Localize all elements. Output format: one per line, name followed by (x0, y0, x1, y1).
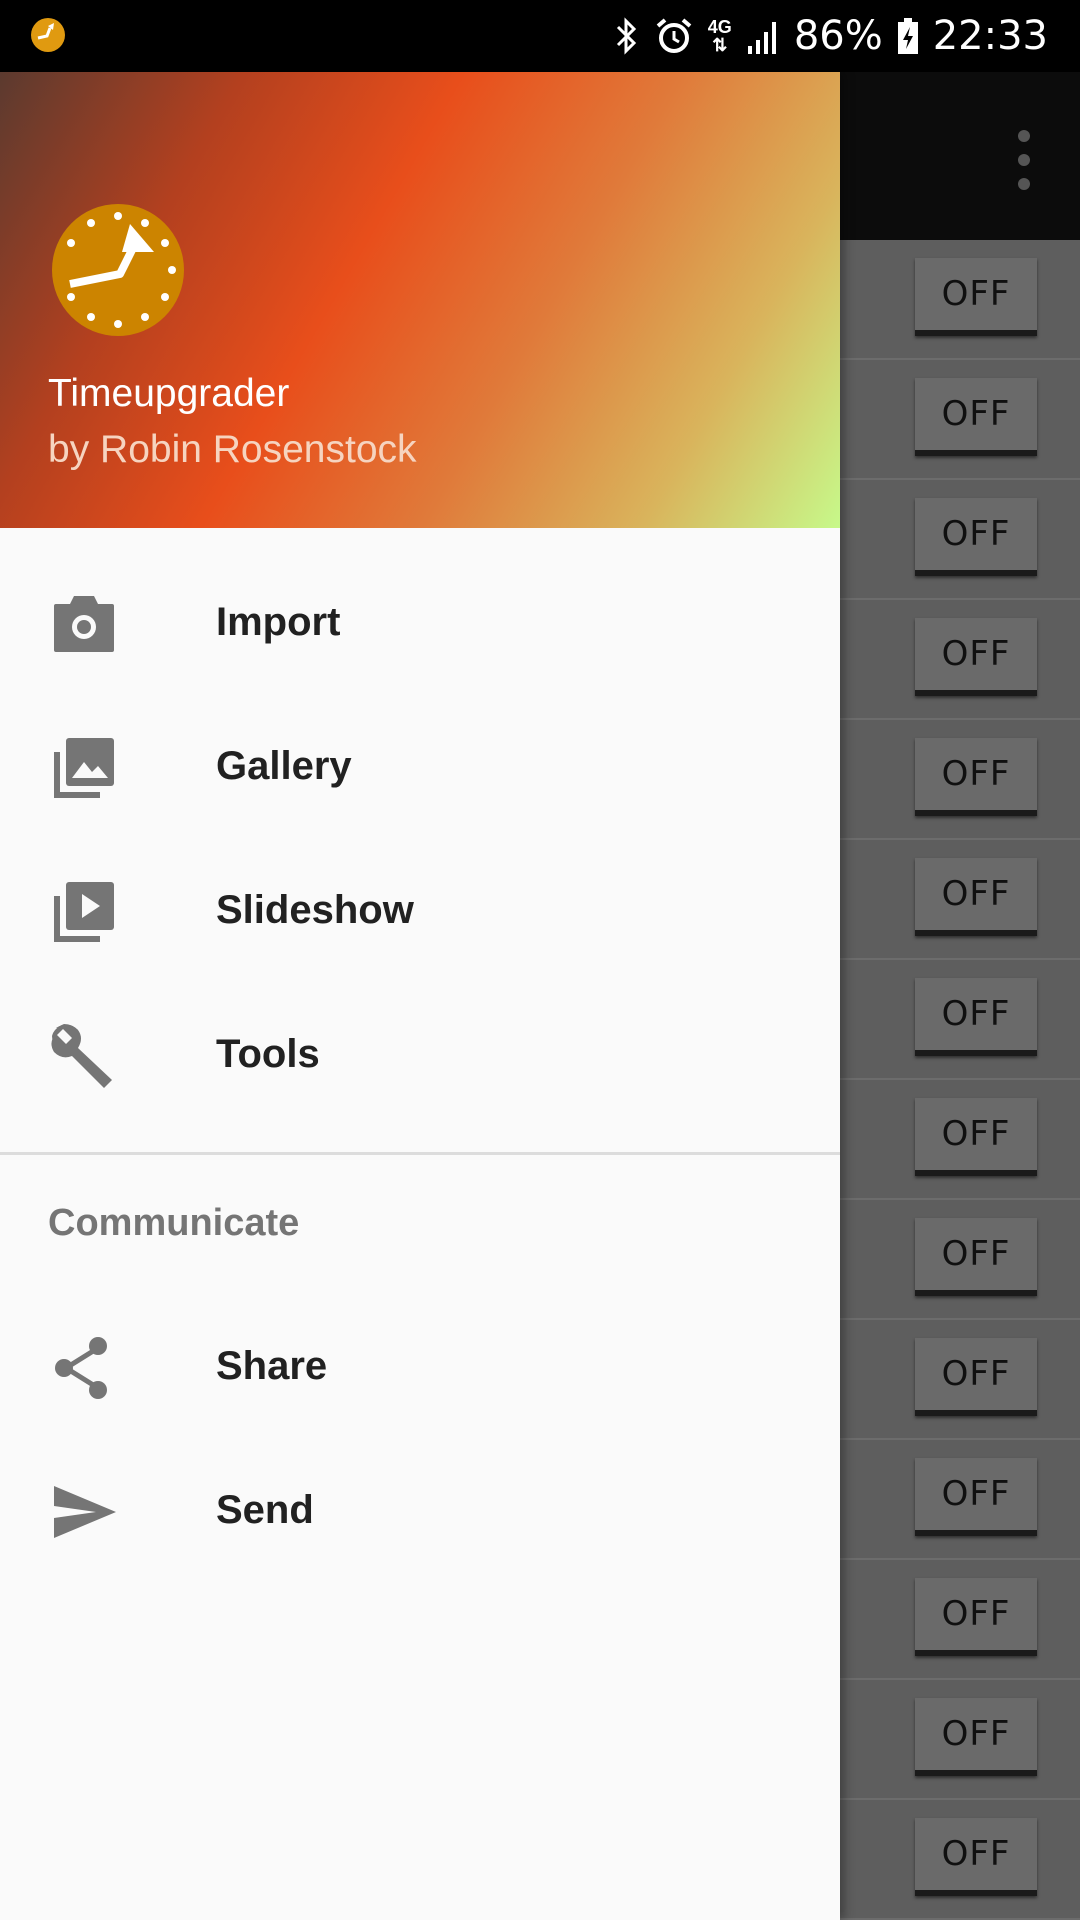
section-title-communicate: Communicate (48, 1202, 300, 1244)
off-toggle-button[interactable]: OFF (915, 258, 1037, 336)
section-divider (0, 1152, 840, 1155)
off-toggle-button[interactable]: OFF (915, 378, 1037, 456)
off-toggle-button[interactable]: OFF (915, 1458, 1037, 1536)
slideshow-icon (54, 882, 114, 942)
share-icon (55, 1337, 107, 1399)
wrench-icon (51, 1024, 112, 1088)
off-toggle-button[interactable]: OFF (915, 618, 1037, 696)
menu-item-tools[interactable]: Tools (0, 984, 840, 1128)
menu-item-share[interactable]: Share (0, 1296, 840, 1440)
menu-item-import[interactable]: Import (0, 552, 840, 696)
more-options-icon[interactable] (1012, 128, 1036, 192)
menu-label-gallery: Gallery (216, 744, 352, 788)
app-name: Timeupgrader (48, 372, 290, 415)
signal-icon (747, 22, 776, 54)
off-toggle-button[interactable]: OFF (915, 858, 1037, 936)
network-type: 4G ⇅ (707, 17, 732, 55)
app-logo-icon (52, 204, 184, 336)
off-toggle-button[interactable]: OFF (915, 1338, 1037, 1416)
menu-label-send: Send (216, 1488, 314, 1532)
status-bar: 4G ⇅ 86% 22:33 (0, 0, 1080, 72)
alarm-icon (656, 18, 692, 53)
bluetooth-icon (616, 17, 636, 55)
send-icon (54, 1486, 116, 1538)
app-notification-icon (31, 18, 65, 52)
camera-icon (54, 596, 114, 652)
menu-item-slideshow[interactable]: Slideshow (0, 840, 840, 984)
app-author: by Robin Rosenstock (48, 428, 417, 471)
navigation-drawer: Timeupgrader by Robin Rosenstock Import … (0, 72, 840, 1920)
menu-item-gallery[interactable]: Gallery (0, 696, 840, 840)
off-toggle-button[interactable]: OFF (915, 1578, 1037, 1656)
off-toggle-button[interactable]: OFF (915, 978, 1037, 1056)
off-toggle-button[interactable]: OFF (915, 1098, 1037, 1176)
menu-label-import: Import (216, 600, 341, 644)
battery-percent: 86% (793, 13, 883, 59)
off-toggle-button[interactable]: OFF (915, 1698, 1037, 1776)
off-toggle-button[interactable]: OFF (915, 738, 1037, 816)
off-toggle-button[interactable]: OFF (915, 1218, 1037, 1296)
off-toggle-button[interactable]: OFF (915, 1818, 1037, 1896)
drawer-header: Timeupgrader by Robin Rosenstock (0, 72, 840, 528)
menu-label-tools: Tools (216, 1032, 320, 1076)
menu-label-slideshow: Slideshow (216, 888, 414, 932)
off-toggle-button[interactable]: OFF (915, 498, 1037, 576)
menu-label-share: Share (216, 1344, 328, 1388)
battery-charging-icon (897, 18, 918, 54)
clock: 22:33 (932, 13, 1048, 59)
gallery-icon (54, 738, 114, 798)
menu-item-send[interactable]: Send (0, 1440, 840, 1584)
